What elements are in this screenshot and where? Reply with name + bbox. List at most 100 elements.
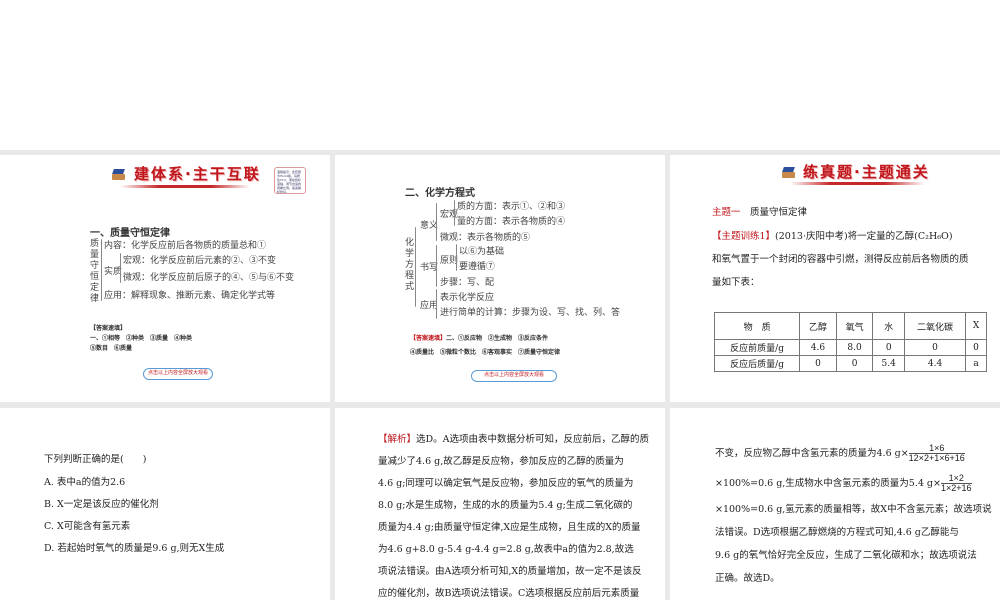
analysis-line: 量减少了4.6 g,故乙醇是反应物，参加反应的乙醇的质量为 [378, 456, 624, 467]
principle-line: 以⑥为基础 [459, 247, 505, 257]
header-cell: 物 质 [713, 312, 801, 340]
table-cell: 5.4 [872, 355, 906, 372]
option-d: D. 若起始时氧气的质量是9.6 g,则无X生成 [44, 543, 225, 554]
fraction: 1×6 12×2+1×6+16 [908, 444, 965, 463]
analysis-line: 项说法错误。由A选项分析可知,X的质量增加，故一定不是该反 [378, 566, 642, 577]
header-cell: 乙醇 [799, 312, 837, 340]
table-cell: 8.0 [835, 339, 874, 356]
analysis-line: 选D。A选项由表中数据分析可知，反应前后，乙醇的质 [416, 434, 649, 445]
question-text: 下列判断正确的是( ) [44, 454, 147, 465]
fullscreen-button[interactable]: 点击以上内容全屏放大观看 [471, 370, 557, 382]
slide-5[interactable]: 【解析】选D。A选项由表中数据分析可知，反应前后，乙醇的质 量减少了4.6 g,… [335, 408, 665, 600]
question-line: (2013·庆阳中考)将一定量的乙醇(C₂H₆O) [775, 231, 953, 242]
application-line: 表示化学反应 [440, 293, 495, 303]
macro-line: 宏观：化学反应前后元素的②、③不变 [123, 256, 277, 266]
quantity-line: 量的方面：表示各物质的④ [457, 217, 566, 227]
table-cell: 0 [835, 355, 874, 372]
banner-underline [790, 182, 925, 185]
slide-banner: 建体系·主干互联 [134, 165, 261, 183]
brace [436, 289, 437, 319]
header-cell: X [965, 312, 987, 340]
header-cell: 氧气 [835, 312, 874, 340]
brace [436, 203, 437, 241]
analysis-line: 9.6 g的氧气恰好完全反应，生成了二氧化碳和水；故选项说法 [715, 550, 977, 561]
slide-6[interactable]: 不变，反应物乙醇中含氢元素的质量为4.6 g× 1×6 12×2+1×6+16 ×1… [670, 408, 1000, 600]
table-row: 反应前质量/g 4.6 8.0 0 0 0 [713, 339, 987, 356]
header-cell: 水 [872, 312, 906, 340]
table-cell: a [965, 355, 987, 372]
slide-banner: 练真题·主题通关 [803, 163, 930, 181]
micro-line: 微观：化学反应前后原子的④、⑤与⑥不变 [123, 273, 295, 283]
option-a: A. 表中a的值为2.6 [44, 477, 126, 488]
brace [436, 245, 437, 287]
steps-line: 步骤：写、配 [440, 278, 495, 288]
table-cell: 反应前质量/g [713, 339, 801, 356]
analysis-line: 为4.6 g+8.0 g-5.4 g-4.4 g=2.8 g,故表中a的值为2.… [378, 544, 634, 555]
fullscreen-button[interactable]: 点击以上内容全屏放大观看 [143, 368, 213, 380]
data-table: 物 质 乙醇 氧气 水 二氧化碳 X 反应前质量/g 4.6 8.0 0 0 0… [713, 312, 987, 372]
slide-sorter[interactable]: 建体系·主干互联 温馨提示：此套题为Word版，请按住Ctrl，滑动鼠标滚轴，调… [0, 150, 1000, 600]
micro-line: 微观：表示各物质的⑤ [440, 233, 531, 243]
table-cell: 4.4 [904, 355, 967, 372]
answers-line: 二、①反应物 ②生成物 ③反应条件 [446, 335, 549, 342]
fraction: 1×2 1×2+16 [940, 474, 972, 493]
macro-label: 宏观 [440, 210, 459, 220]
header-cell: 二氧化碳 [904, 312, 967, 340]
question-line: 量如下表： [712, 277, 760, 288]
answer-label: 【答案速填】 [410, 335, 447, 342]
brace [454, 200, 455, 226]
banner-underline [120, 185, 250, 188]
content-line: 内容：化学反应前后各物质的质量总和① [104, 241, 267, 251]
brace [415, 227, 416, 307]
slide-2[interactable]: 二、化学方程式 化学方程式 意义 宏观 质的方面：表示①、②和③ 量的方面：表示… [335, 155, 665, 402]
answers-line: ④质量比 ⑤微粒个数比 ⑥客观事实 ⑦质量守恒定律 [410, 349, 561, 356]
quality-line: 质的方面：表示①、②和③ [457, 202, 566, 212]
option-b: B. X一定是该反应的催化剂 [44, 499, 159, 510]
slide-4[interactable]: 下列判断正确的是( ) A. 表中a的值为2.6 B. X一定是该反应的催化剂 … [0, 408, 330, 600]
analysis-line: ×100%=0.6 g,氢元素的质量相等，故X中不含氢元素；故选项说 [715, 504, 992, 515]
application-line: 应用：解释现象、推断元素、确定化学式等 [104, 291, 276, 301]
tip-note: 温馨提示：此套题为Word版，请按住Ctrl，滑动鼠标滚轴，调节合适的观看比例，… [274, 167, 306, 194]
table-row: 反应后质量/g 0 0 5.4 4.4 a [713, 355, 987, 372]
fraction-denominator: 12×2+1×6+16 [908, 453, 965, 463]
brace [120, 253, 121, 283]
brace [456, 244, 457, 271]
option-c: C. X可能含有氢元素 [44, 521, 131, 532]
answers-line: 一、①相等 ②种类 ③质量 ④种类 [90, 335, 193, 342]
analysis-line: 法错误。D选项根据乙醇燃烧的方程式可知,4.6 g乙醇能与 [715, 527, 959, 538]
analysis-line: 正确。故选D。 [715, 573, 780, 584]
side-label: 化学方程式 [405, 238, 415, 292]
principle-line: 要遵循⑦ [459, 262, 496, 272]
analysis-line: 应的催化剂，故B选项说法错误。C选项根据反应前后元素质量 [378, 588, 640, 599]
analysis-line: ×100%=0.6 g,生成物水中含氢元素的质量为5.4 g× [715, 478, 941, 489]
topic-label: 主题一 [712, 207, 741, 218]
table-cell: 0 [965, 339, 987, 356]
analysis-line: 质量为4.4 g;由质量守恒定律,X应是生成物，且生成的X的质量 [378, 522, 641, 533]
answer-label: 【答案速填】 [90, 325, 127, 332]
graduation-cap-icon [112, 169, 126, 181]
table-cell: 4.6 [799, 339, 837, 356]
answers-line: ⑤数目 ⑥质量 [90, 345, 133, 352]
slide-1[interactable]: 建体系·主干互联 温馨提示：此套题为Word版，请按住Ctrl，滑动鼠标滚轴，调… [0, 155, 330, 402]
slide-3[interactable]: 练真题·主题通关 主题一 质量守恒定律 【主题训练1】(2013·庆阳中考)将一… [670, 155, 1000, 402]
table-header-row: 物 质 乙醇 氧气 水 二氧化碳 X [713, 312, 987, 340]
blank-area [0, 0, 1000, 150]
graduation-cap-icon [782, 167, 796, 179]
table-cell: 0 [872, 339, 906, 356]
application-line: 进行简单的计算：步骤为设、写、找、列、答 [440, 308, 621, 318]
table-cell: 0 [799, 355, 837, 372]
analysis-label: 【解析】 [378, 434, 417, 445]
section-heading: 一、质量守恒定律 [90, 228, 170, 239]
brace [101, 239, 102, 301]
analysis-line: 4.6 g;同理可以确定氧气是反应物，参加反应的氧气的质量为 [378, 478, 634, 489]
analysis-line: 8.0 g;水是生成物，生成的水的质量为5.4 g;生成二氧化碳的 [378, 500, 633, 511]
table-cell: 反应后质量/g [713, 355, 801, 372]
section-heading: 二、化学方程式 [405, 188, 475, 199]
question-line: 和氧气置于一个封闭的容器中引燃，测得反应前后各物质的质 [712, 254, 969, 265]
training-label: 【主题训练1】 [712, 231, 776, 242]
fraction-denominator: 1×2+16 [940, 483, 972, 493]
table-cell: 0 [904, 339, 967, 356]
topic-title: 质量守恒定律 [750, 207, 808, 218]
side-label: 质量守恒定律 [90, 239, 100, 304]
analysis-line: 不变，反应物乙醇中含氢元素的质量为4.6 g× [715, 448, 909, 459]
